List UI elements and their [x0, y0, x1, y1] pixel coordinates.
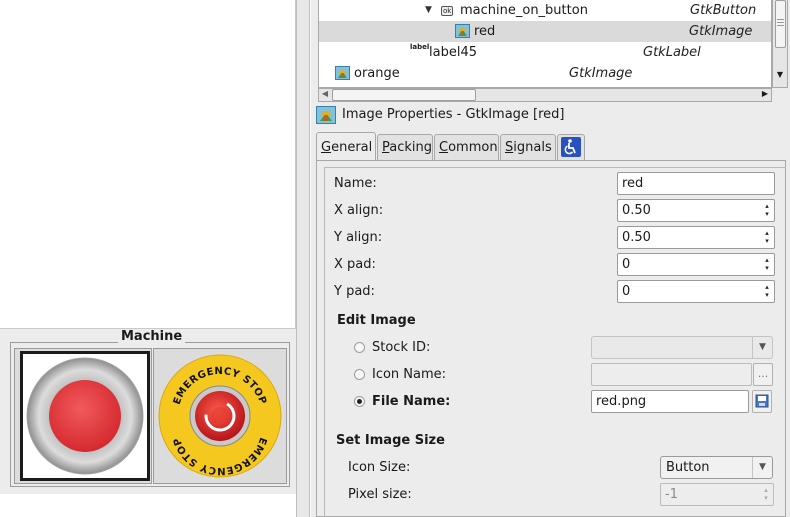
tree-item-type: GtkImage — [689, 24, 753, 39]
pixel-size-spin[interactable]: -1 ▴ ▾ — [660, 483, 774, 506]
y-align-label: Y align: — [334, 230, 383, 245]
tree-item-name: orange — [354, 66, 400, 81]
pixel-size-value: -1 — [665, 487, 678, 502]
expander-down-icon[interactable]: ▼ — [425, 5, 432, 15]
icon-size-label: Icon Size: — [348, 460, 411, 475]
tree-horizontal-scroll-thumb[interactable] — [332, 89, 476, 101]
icon-name-label: Icon Name: — [372, 367, 447, 382]
design-canvas[interactable] — [0, 0, 296, 328]
icon-size-combo[interactable]: Button ▼ — [660, 456, 773, 479]
spin-arrows-icon[interactable]: ▴ ▾ — [762, 202, 772, 219]
tree-item-type: GtkButton — [690, 3, 757, 18]
icon-size-value: Button — [666, 460, 710, 475]
x-align-label: X align: — [334, 203, 384, 218]
name-field[interactable]: red — [617, 172, 775, 195]
pixel-size-label: Pixel size: — [348, 487, 412, 502]
tree-item-name: label45 — [429, 45, 477, 60]
chevron-down-icon: ▼ — [752, 457, 772, 478]
spin-arrows-icon[interactable]: ▴ ▾ — [762, 229, 772, 246]
red-button-image — [23, 354, 147, 478]
file-name-radio[interactable] — [354, 396, 365, 407]
emergency-stop-button[interactable]: EMERGENCY STOP EMERGENCY STOP — [153, 348, 287, 484]
x-align-value: 0.50 — [622, 203, 651, 218]
stock-id-combo[interactable]: ▼ — [591, 336, 773, 359]
file-name-value: red.png — [596, 394, 647, 409]
spin-arrows-icon[interactable]: ▴ ▾ — [761, 486, 771, 503]
widget-tree[interactable]: ▼ ok machine_on_button GtkButton red Gtk… — [318, 0, 772, 88]
y-align-value: 0.50 — [622, 230, 651, 245]
name-value: red — [622, 176, 644, 191]
name-label: Name: — [334, 176, 377, 191]
tab-general-mnemonic: G — [321, 140, 332, 155]
tab-packing-label: acking — [389, 140, 433, 155]
icon-name-browse-button[interactable]: ... — [753, 363, 773, 386]
x-align-spin[interactable]: 0.50 ▴ ▾ — [617, 199, 775, 222]
x-pad-value: 0 — [622, 257, 631, 272]
tab-accessibility[interactable] — [557, 134, 585, 160]
properties-header: Image Properties - GtkImage [red] — [316, 105, 776, 127]
tree-item-name: machine_on_button — [460, 3, 588, 18]
tab-packing[interactable]: Packing — [377, 134, 433, 160]
canvas-bottom-area — [0, 494, 296, 517]
tab-signals-label: ignals — [513, 140, 552, 155]
tree-row[interactable]: label label45 GtkLabel — [319, 42, 771, 63]
tab-common-label: ommon — [448, 140, 498, 155]
edit-image-heading: Edit Image — [337, 313, 416, 328]
x-pad-spin[interactable]: 0 ▴ ▾ — [617, 253, 775, 276]
y-pad-label: Y pad: — [334, 284, 375, 299]
tab-common[interactable]: Common — [434, 134, 499, 160]
image-widget-icon — [335, 66, 350, 84]
image-widget-icon — [455, 24, 470, 42]
file-open-button[interactable] — [752, 390, 772, 413]
scroll-down-arrow-icon[interactable]: ▼ — [774, 70, 786, 80]
machine-frame-label: Machine — [118, 329, 186, 344]
tree-vertical-scroll-thumb[interactable] — [775, 0, 786, 48]
y-pad-value: 0 — [622, 284, 631, 299]
y-align-spin[interactable]: 0.50 ▴ ▾ — [617, 226, 775, 249]
tree-row[interactable]: orange GtkImage — [319, 63, 771, 84]
red-button-image-frame[interactable] — [20, 351, 150, 481]
set-image-size-heading: Set Image Size — [336, 433, 445, 448]
tree-item-name: red — [474, 24, 496, 39]
image-widget-icon — [316, 106, 336, 128]
emergency-stop-image: EMERGENCY STOP EMERGENCY STOP — [158, 354, 282, 478]
tab-general[interactable]: General — [316, 132, 376, 161]
spin-arrows-icon[interactable]: ▴ ▾ — [762, 256, 772, 273]
properties-title: Image Properties - GtkImage [red] — [342, 107, 565, 122]
tree-row-selected[interactable]: red GtkImage — [319, 21, 771, 42]
scroll-left-arrow-icon[interactable]: ◀ — [319, 89, 331, 101]
file-open-icon — [755, 394, 769, 408]
tree-item-type: GtkImage — [569, 66, 633, 81]
y-pad-spin[interactable]: 0 ▴ ▾ — [617, 280, 775, 303]
icon-name-field[interactable] — [591, 363, 752, 386]
tree-item-type: GtkLabel — [643, 45, 701, 60]
file-name-label: File Name: — [372, 394, 451, 409]
tab-signals[interactable]: Signals — [500, 134, 556, 160]
spin-arrows-icon[interactable]: ▴ ▾ — [762, 283, 772, 300]
file-name-field[interactable]: red.png — [591, 390, 749, 413]
button-widget-icon: ok — [441, 6, 454, 16]
stock-id-radio[interactable] — [354, 342, 365, 353]
tab-common-mnemonic: C — [439, 140, 449, 155]
tree-row[interactable]: ▼ ok machine_on_button GtkButton — [319, 0, 771, 21]
tab-general-label: eneral — [331, 140, 373, 155]
accessibility-icon — [561, 137, 581, 157]
chevron-down-icon: ▼ — [752, 337, 772, 358]
icon-name-radio[interactable] — [354, 369, 365, 380]
stock-id-label: Stock ID: — [372, 340, 431, 355]
scroll-right-arrow-icon[interactable]: ▶ — [759, 89, 771, 101]
pane-separator[interactable] — [296, 0, 310, 517]
label-widget-icon: label — [410, 43, 430, 51]
x-pad-label: X pad: — [334, 257, 376, 272]
